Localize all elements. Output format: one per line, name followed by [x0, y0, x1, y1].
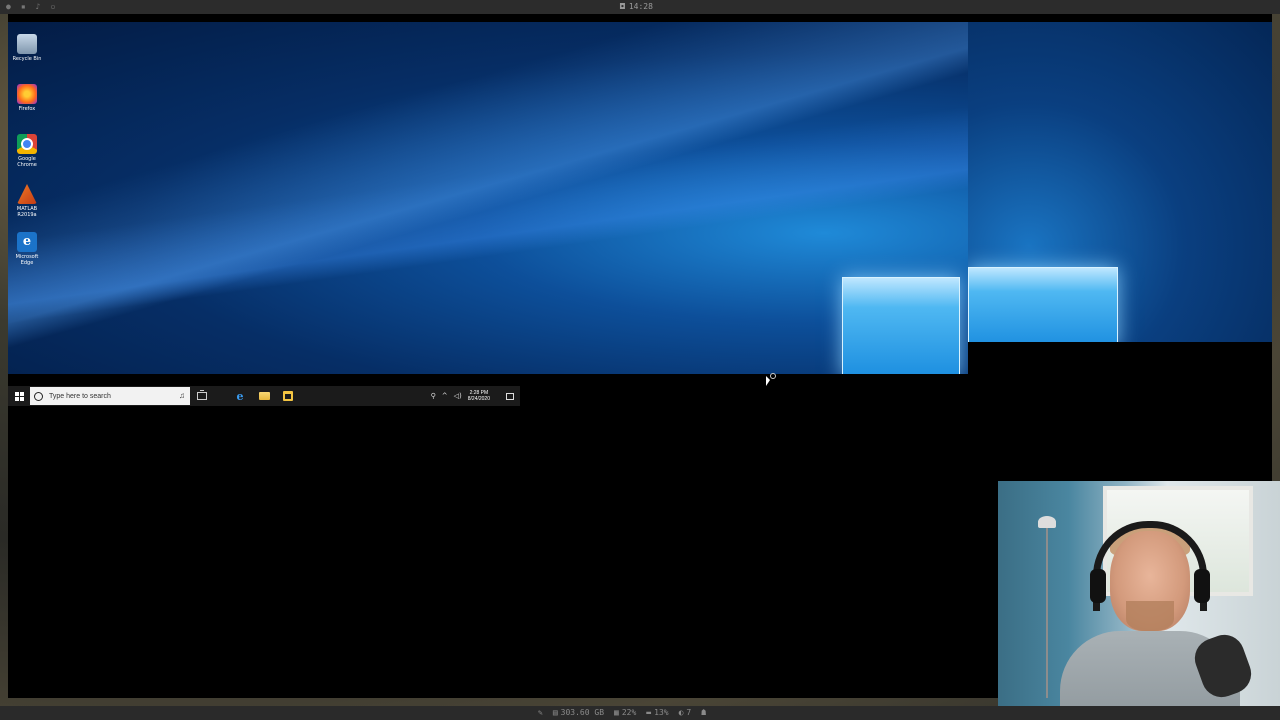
taskbar-clock[interactable]: 2:28 PM 8/24/2020	[468, 390, 490, 402]
host-network-stat: ◐ 7	[679, 708, 692, 717]
windows-logo-icon	[14, 391, 24, 401]
search-placeholder: Type here to search	[49, 392, 111, 400]
host-settings-icon[interactable]: ✎	[538, 708, 543, 717]
desktop-icon-chrome[interactable]: Google Chrome	[10, 134, 44, 168]
webcam-lamp	[1038, 516, 1056, 698]
desktop-icon-label: Firefox	[18, 106, 36, 112]
cpu-value: 22%	[621, 708, 637, 717]
desktop-icon-label: Recycle Bin	[12, 56, 42, 62]
desktop-icon-firefox[interactable]: Firefox	[10, 84, 44, 112]
cortana-icon	[34, 391, 43, 401]
host-cpu-stat: ▦ 22%	[614, 708, 636, 717]
taskbar-edge-button[interactable]: e	[228, 386, 252, 406]
host-menu-icon[interactable]: ●	[6, 2, 11, 11]
recycle-bin-icon	[17, 34, 37, 54]
host-top-bar: ● ▪ ♪ ▫ ◘ 14:28	[0, 0, 1280, 14]
taskbar-explorer-button[interactable]	[252, 386, 276, 406]
taskbar-store-button[interactable]	[276, 386, 300, 406]
network-icon: ◐	[678, 708, 684, 717]
webcam-headphone-left	[1090, 569, 1106, 603]
edge-icon: e	[17, 232, 37, 252]
wallpaper-window-pane	[968, 267, 1118, 342]
firefox-icon	[17, 84, 37, 104]
cpu-icon: ▦	[614, 708, 619, 717]
store-icon	[283, 391, 293, 401]
start-button[interactable]	[8, 386, 30, 406]
webcam-headphone-right	[1194, 569, 1210, 603]
taskbar-search-box[interactable]: Type here to search ♫	[30, 387, 190, 405]
host-chat-icon[interactable]: ▫	[50, 2, 55, 11]
network-value: 7	[686, 708, 692, 717]
people-icon[interactable]: ⚲	[431, 392, 436, 400]
host-folder-icon[interactable]: ▪	[21, 2, 26, 11]
memory-value: 13%	[654, 708, 669, 717]
task-view-button[interactable]	[190, 386, 214, 406]
disk-icon: ▤	[552, 708, 558, 717]
desktop-icon-matlab[interactable]: MATLAB R2019a	[10, 184, 44, 218]
desktop-wallpaper-extension	[968, 22, 1272, 342]
host-top-icons: ● ▪ ♪ ▫	[6, 2, 55, 11]
desktop-icon-label: Google Chrome	[17, 156, 37, 168]
taskbar-date: 8/24/2020	[467, 396, 490, 402]
notification-icon[interactable]	[506, 392, 514, 400]
webcam-overlay	[998, 481, 1280, 720]
matlab-icon	[17, 184, 37, 204]
task-view-icon	[197, 390, 207, 400]
desktop-icon-edge[interactable]: e Microsoft Edge	[10, 232, 44, 266]
windows-taskbar: Type here to search ♫ e ⚲ ^ ◁) 2:28 PM 8…	[8, 386, 520, 406]
chrome-icon	[17, 134, 37, 154]
disk-value: 303.60 GB	[560, 708, 605, 717]
desktop-icon-label: MATLAB R2019a	[16, 206, 38, 218]
microphone-icon[interactable]: ♫	[179, 391, 185, 400]
host-memory-stat: ▬ 13%	[646, 708, 668, 717]
volume-icon[interactable]: ◁)	[454, 392, 462, 400]
host-ghost-icon[interactable]: ☗	[701, 708, 706, 717]
host-clock-icon: ◘	[620, 2, 625, 11]
edge-icon: e	[236, 389, 244, 403]
chevron-up-icon[interactable]: ^	[442, 392, 448, 400]
desktop-icon-recycle-bin[interactable]: Recycle Bin	[10, 34, 44, 62]
memory-icon: ▬	[646, 708, 652, 717]
wallpaper-window-pane	[842, 277, 960, 374]
host-disk-stat: ▤ 303.60 GB	[553, 708, 604, 717]
host-bottom-bar: ✎ ▤ 303.60 GB ▦ 22% ▬ 13% ◐ 7 ☗	[0, 706, 1280, 720]
folder-icon	[258, 392, 270, 400]
desktop-icon-label: Microsoft Edge	[15, 254, 39, 266]
host-clock: ◘ 14:28	[620, 2, 653, 11]
host-music-icon[interactable]: ♪	[36, 2, 41, 11]
host-clock-text: 14:28	[628, 2, 653, 11]
busy-spinner-icon	[770, 373, 776, 379]
mouse-cursor-icon	[766, 376, 770, 386]
system-tray: ⚲ ^ ◁) 2:28 PM 8/24/2020	[431, 390, 520, 402]
windows-desktop[interactable]: Recycle Bin Firefox Google Chrome MATLAB…	[8, 22, 968, 374]
host-system-stats: ✎ ▤ 303.60 GB ▦ 22% ▬ 13% ◐ 7 ☗	[538, 708, 706, 717]
